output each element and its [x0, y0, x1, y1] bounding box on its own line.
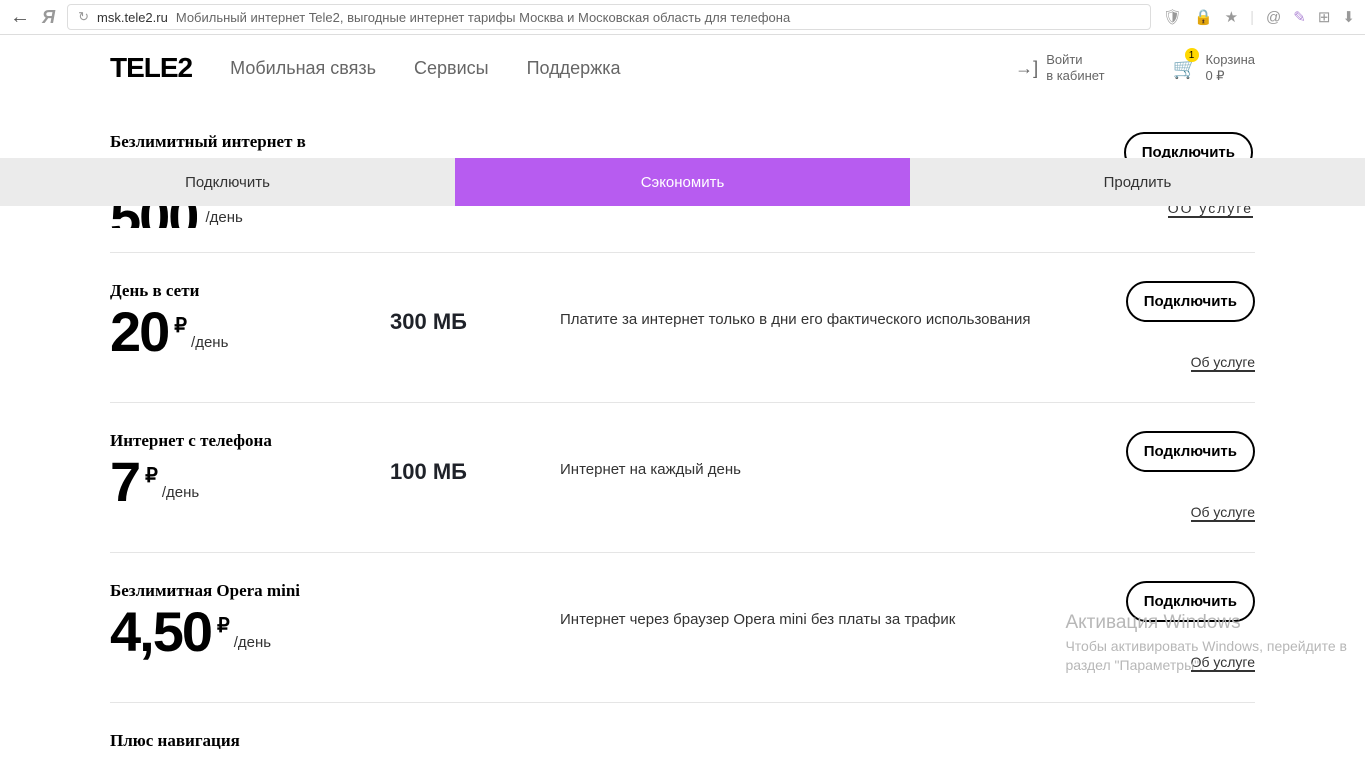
login-line1: Войти [1046, 52, 1104, 68]
sticky-tabs: Подключить Сэкономить Продлить [0, 158, 1365, 206]
back-icon[interactable]: ← [10, 6, 30, 29]
about-link[interactable]: Об услуге [1191, 654, 1255, 672]
download-icon[interactable]: ⬇ [1342, 8, 1355, 26]
cart-line1: Корзина [1205, 52, 1255, 68]
at-icon[interactable]: @ [1266, 9, 1281, 26]
login-line2: в кабинет [1046, 68, 1104, 84]
url-host: msk.tele2.ru [97, 10, 168, 25]
tariff-desc: Интернет через браузер Opera mini без пл… [560, 581, 1115, 672]
tariff-price: 4,50 ₽ /день [110, 607, 390, 657]
page-title-in-url: Мобильный интернет Tele2, выгодные интер… [176, 10, 790, 25]
about-link[interactable]: Об услуге [1191, 354, 1255, 372]
tariff-row: Интернет с телефона 7 ₽ /день 100 МБ Инт… [110, 403, 1255, 553]
price-period: /день [162, 484, 199, 501]
connect-button[interactable]: Подключить [1126, 431, 1255, 472]
tariff-amount: 300 МБ [390, 281, 560, 372]
price-currency: ₽ [174, 313, 187, 338]
tariff-amount [390, 581, 560, 672]
price-number: 20 [110, 307, 168, 357]
tariff-row: Плюс навигация [110, 703, 1255, 757]
nav-services[interactable]: Сервисы [414, 58, 489, 79]
cart-link[interactable]: 🛒 1 Корзина 0 ₽ [1173, 52, 1255, 83]
tariff-desc: Интернет на каждый день [560, 431, 1115, 522]
lock-icon[interactable]: 🔒 [1194, 8, 1213, 26]
yandex-logo-icon[interactable]: Я [42, 7, 55, 28]
price-currency: ₽ [145, 463, 158, 488]
tariff-price: 20 ₽ /день [110, 307, 390, 357]
login-link[interactable]: →] Войти в кабинет [1015, 52, 1104, 83]
tariff-title: Плюс навигация [110, 731, 390, 751]
extension-icon[interactable]: ⊞ [1318, 8, 1331, 26]
cutoff-price: 500 /день [110, 206, 243, 228]
tariff-title: Интернет с телефона [110, 431, 390, 451]
about-link[interactable]: Об услуге [1191, 504, 1255, 522]
price-number: 4,50 [110, 607, 211, 657]
login-icon: →] [1015, 58, 1038, 79]
price-period: /день [234, 634, 271, 651]
price-period: /день [191, 334, 228, 351]
star-icon[interactable]: ★ [1225, 8, 1238, 26]
cutoff-price-per: /день [205, 209, 242, 226]
shield-icon[interactable]: 🛡 [1163, 8, 1182, 26]
reload-icon[interactable]: ↻ [78, 9, 89, 25]
address-bar[interactable]: ↻ msk.tele2.ru Мобильный интернет Tele2,… [67, 4, 1151, 30]
cutoff-price-num: 500 [110, 206, 197, 228]
cart-line2: 0 ₽ [1205, 68, 1255, 84]
cart-badge: 1 [1185, 48, 1199, 62]
price-number: 7 [110, 457, 139, 507]
cutoff-tariff-title: Безлимитный интернет в [110, 132, 306, 152]
tariff-price: 7 ₽ /день [110, 457, 390, 507]
tab-save[interactable]: Сэкономить [455, 158, 910, 206]
tariff-title: День в сети [110, 281, 390, 301]
tab-connect[interactable]: Подключить [0, 158, 455, 206]
nav-mobile[interactable]: Мобильная связь [230, 58, 376, 79]
tariff-desc: Платите за интернет только в дни его фак… [560, 281, 1115, 372]
connect-button[interactable]: Подключить [1126, 281, 1255, 322]
nav-support[interactable]: Поддержка [527, 58, 621, 79]
browser-toolbar: ← Я ↻ msk.tele2.ru Мобильный интернет Te… [0, 0, 1365, 35]
tariff-title: Безлимитная Opera mini [110, 581, 390, 601]
tele2-logo[interactable]: TELE2 [110, 52, 192, 84]
browser-right-icons: 🛡 🔒 ★ | @ ✎ ⊞ ⬇ [1163, 8, 1355, 26]
tariff-amount: 100 МБ [390, 431, 560, 522]
price-currency: ₽ [217, 613, 230, 638]
tab-extend[interactable]: Продлить [910, 158, 1365, 206]
site-header: TELE2 Мобильная связь Сервисы Поддержка … [0, 35, 1365, 101]
separator: | [1250, 9, 1254, 26]
tariff-row: Безлимитная Opera mini 4,50 ₽ /день Инте… [110, 553, 1255, 703]
connect-button[interactable]: Подключить [1126, 581, 1255, 622]
feather-icon[interactable]: ✎ [1293, 8, 1306, 26]
tariff-row: День в сети 20 ₽ /день 300 МБ Платите за… [110, 253, 1255, 403]
